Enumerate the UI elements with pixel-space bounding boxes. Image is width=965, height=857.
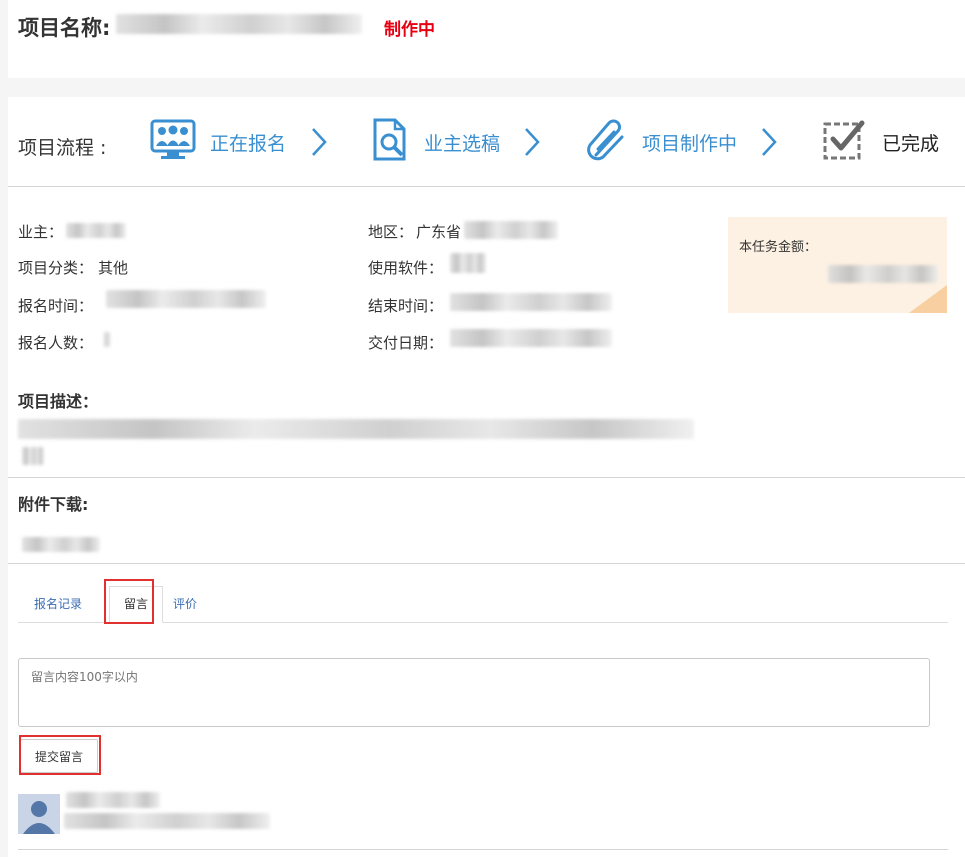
flow-step-completed: 已完成: [822, 119, 939, 165]
page-fold-decoration: [909, 285, 947, 313]
tab-reviews[interactable]: 评价: [159, 587, 211, 620]
divider: [8, 563, 965, 564]
message-author-redacted: [66, 792, 160, 808]
user-silhouette-icon: [18, 794, 60, 834]
owner-label: 业主：: [18, 223, 64, 241]
signup-time-label: 报名时间：: [18, 297, 94, 315]
delivery-date-redacted: [450, 329, 612, 347]
divider: [18, 849, 948, 850]
task-amount-redacted: [828, 265, 938, 283]
end-time-label: 结束时间：: [368, 297, 444, 315]
description-label: 项目描述：: [18, 392, 99, 411]
description-redacted-line2: [22, 447, 44, 465]
flow-step-label: 正在报名: [210, 132, 287, 155]
project-detail-panel: 项目流程 : 正在报名 业主选稿 项目制作中 已完成 业主： 项目分类： 其他 …: [8, 97, 965, 857]
region-value: 广东省: [416, 223, 462, 241]
category-label: 项目分类：: [18, 259, 94, 277]
highlight-tab-messages: [104, 579, 154, 624]
task-amount-label: 本任务金额：: [739, 240, 818, 255]
description-redacted: [18, 419, 694, 439]
software-redacted: [450, 253, 486, 273]
flow-step-in-production: 项目制作中: [584, 119, 737, 165]
project-status: 制作中: [384, 20, 435, 40]
flow-step-label: 项目制作中: [642, 132, 738, 155]
tab-bar: 报名记录 留言 评价: [18, 575, 948, 623]
signup-count-label: 报名人数：: [18, 334, 94, 352]
signup-users-icon: [150, 119, 196, 165]
owner-redacted: [66, 223, 126, 238]
chevron-right-icon: [525, 128, 540, 156]
message-content-redacted: [64, 813, 270, 829]
end-time-redacted: [450, 293, 612, 311]
flow-step-label: 业主选稿: [424, 132, 501, 155]
attachments-label: 附件下载:: [18, 495, 89, 514]
message-input[interactable]: [18, 658, 930, 727]
document-search-icon: [372, 117, 410, 167]
flow-step-signup: 正在报名: [150, 119, 286, 165]
signup-time-redacted: [106, 290, 266, 308]
project-name-redacted: [116, 14, 362, 34]
region-label: 地区：: [368, 223, 414, 241]
category-value: 其他: [98, 259, 129, 277]
chevron-right-icon: [312, 128, 327, 156]
chevron-right-icon: [762, 128, 777, 156]
signup-count-redacted: [104, 332, 110, 347]
divider: [8, 477, 965, 478]
project-header: 项目名称: 制作中: [8, 0, 965, 78]
paperclip-icon: [584, 117, 628, 167]
task-amount-card: 本任务金额：: [728, 217, 947, 313]
project-name-label: 项目名称:: [18, 16, 111, 40]
avatar: [18, 794, 60, 834]
highlight-submit-button: [19, 735, 101, 775]
flow-label: 项目流程 :: [18, 137, 107, 159]
flow-step-owner-select: 业主选稿: [372, 117, 501, 167]
region-redacted: [464, 221, 558, 239]
divider: [8, 186, 965, 187]
delivery-date-label: 交付日期：: [368, 334, 444, 352]
software-label: 使用软件：: [368, 259, 444, 277]
tab-signup-records[interactable]: 报名记录: [20, 587, 96, 620]
checkbox-checked-icon: [822, 119, 868, 165]
flow-step-label: 已完成: [882, 132, 940, 155]
attachment-file-link[interactable]: [22, 537, 100, 552]
